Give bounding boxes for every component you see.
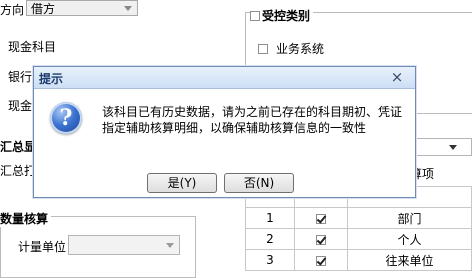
row-number: 1 xyxy=(245,207,295,229)
direction-value: 借方 xyxy=(31,2,56,16)
row-name: 部门 xyxy=(347,207,472,229)
question-icon: ? xyxy=(50,102,82,134)
table-row[interactable]: 2 个人 xyxy=(245,228,472,250)
chevron-down-icon xyxy=(449,145,457,150)
direction-label: 方向 xyxy=(0,3,25,17)
dialog-body: ? 该科目已有历史数据，请为之前已存在的科目期初、凭证指定辅助核算明细，以确保辅… xyxy=(34,89,415,197)
table-row[interactable]: 3 往来单位 xyxy=(245,249,472,271)
direction-select[interactable]: 借方 xyxy=(26,0,138,16)
cash-label: 现金 xyxy=(8,99,33,113)
chevron-down-icon xyxy=(124,6,132,11)
cash-subject-label: 现金科目 xyxy=(8,40,57,54)
aux-type-select[interactable] xyxy=(414,138,472,156)
quantity-title: 数量核算 xyxy=(0,210,52,227)
bank-label: 银行 xyxy=(8,70,33,84)
close-icon[interactable]: × xyxy=(389,68,405,86)
controlled-category-checkbox[interactable] xyxy=(250,10,260,21)
aux-display-label: 汇总显 xyxy=(0,140,37,154)
business-system-option[interactable]: 业务系统 xyxy=(258,40,324,57)
row-number: 3 xyxy=(245,249,295,271)
row-number: 2 xyxy=(245,228,295,250)
chevron-down-icon xyxy=(166,243,174,248)
unit-label: 计量单位 xyxy=(18,240,67,254)
row-checkbox[interactable] xyxy=(316,213,326,224)
no-button[interactable]: 否(N) xyxy=(224,173,294,193)
business-system-checkbox[interactable] xyxy=(258,43,268,54)
yes-button[interactable]: 是(Y) xyxy=(147,173,217,193)
row-name: 往来单位 xyxy=(347,249,472,271)
row-checkbox[interactable] xyxy=(316,234,326,245)
dialog-titlebar[interactable]: 提示 × xyxy=(34,67,415,89)
business-system-label: 业务系统 xyxy=(276,42,325,56)
row-name: 个人 xyxy=(347,228,472,250)
unit-select[interactable] xyxy=(68,235,180,255)
aux-table: 1 部门 2 个人 3 往来单位 xyxy=(245,186,472,271)
controlled-category-title: 受控类别 xyxy=(250,7,314,24)
dialog-title: 提示 xyxy=(39,72,64,86)
dialog-message: 该科目已有历史数据，请为之前已存在的科目期初、凭证指定辅助核算明细，以确保辅助核… xyxy=(102,105,403,135)
prompt-dialog: 提示 × ? 该科目已有历史数据，请为之前已存在的科目期初、凭证指定辅助核算明细… xyxy=(33,66,416,198)
controlled-category-label: 受控类别 xyxy=(262,9,311,23)
row-checkbox[interactable] xyxy=(316,255,326,266)
table-row[interactable]: 1 部门 xyxy=(245,207,472,229)
